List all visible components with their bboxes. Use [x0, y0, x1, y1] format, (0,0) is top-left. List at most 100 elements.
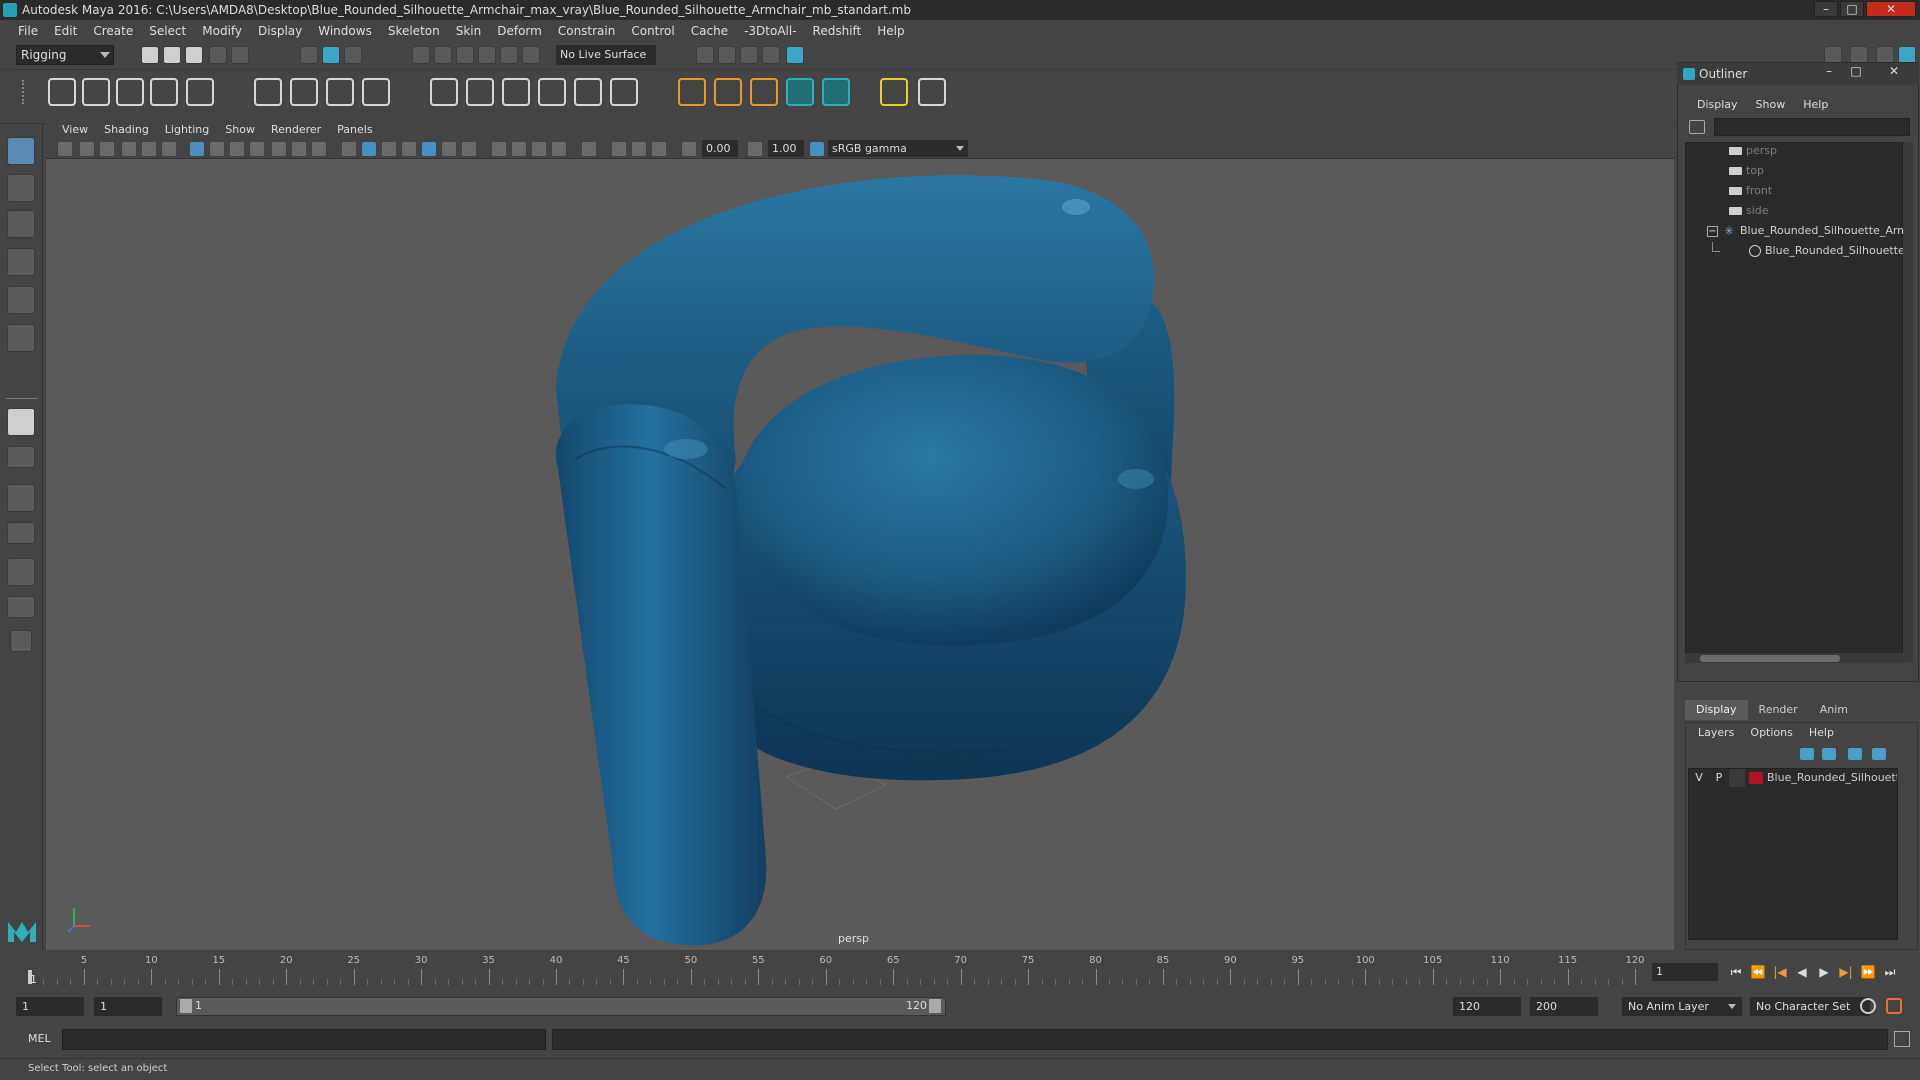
outliner-search-input[interactable] [1714, 118, 1910, 136]
minimize-button[interactable]: – [1814, 1, 1838, 17]
filter-icon[interactable] [1689, 120, 1705, 134]
color-management-icon[interactable] [810, 142, 824, 156]
menu-help[interactable]: Help [869, 20, 912, 42]
perspective-viewport[interactable] [46, 159, 1674, 950]
menu-skin[interactable]: Skin [448, 20, 490, 42]
gamma-field[interactable]: 1.00 [768, 140, 804, 157]
go-to-end-button[interactable]: ⏭ [1882, 964, 1898, 980]
current-frame-field[interactable]: 1 [1652, 963, 1718, 981]
isolate-select-icon[interactable] [582, 142, 596, 156]
view-transform-dropdown[interactable]: sRGB gamma [828, 140, 968, 157]
aim-constraint-icon[interactable] [714, 78, 742, 106]
snap-point-icon[interactable] [456, 46, 474, 64]
graph-editor-icon[interactable] [918, 78, 946, 106]
hypershade-icon[interactable] [762, 46, 780, 64]
sculpt-deformer-icon[interactable] [362, 78, 390, 106]
image-plane-icon[interactable] [122, 142, 136, 156]
outliner-close-button[interactable]: ✕ [1887, 64, 1901, 78]
move-tool-icon[interactable] [7, 248, 35, 276]
persp-hypershade-layout-icon[interactable] [7, 596, 35, 618]
paint-weights-icon[interactable] [502, 78, 530, 106]
open-scene-icon[interactable] [163, 46, 181, 64]
menu-control[interactable]: Control [623, 20, 682, 42]
exposure-field[interactable]: 0.00 [702, 140, 738, 157]
grease-pencil-icon[interactable] [162, 142, 176, 156]
film-gate-icon[interactable] [210, 142, 224, 156]
point-constraint-icon[interactable] [678, 78, 706, 106]
menu-set-dropdown[interactable]: Rigging [16, 45, 114, 65]
outliner-vertical-scrollbar[interactable] [1903, 142, 1913, 662]
tab-display[interactable]: Display [1685, 700, 1748, 720]
layer-visibility-toggle[interactable]: V [1689, 769, 1709, 787]
orient-constraint-icon[interactable] [750, 78, 778, 106]
shelf-menu-icon[interactable] [22, 80, 32, 104]
smooth-shade-icon[interactable] [362, 142, 376, 156]
animation-preferences-icon[interactable] [1886, 998, 1902, 1014]
layer-row[interactable]: VP Blue_Rounded_Silhouette_Armchair [1689, 769, 1897, 787]
menu-create[interactable]: Create [85, 20, 141, 42]
step-forward-key-button[interactable]: ⏩ [1860, 964, 1876, 980]
menu-deform[interactable]: Deform [489, 20, 550, 42]
mirror-joint-icon[interactable] [186, 78, 214, 106]
menu-file[interactable]: File [10, 20, 46, 42]
anim-layer-dropdown[interactable]: No Anim Layer [1622, 997, 1742, 1016]
tab-render[interactable]: Render [1748, 700, 1809, 720]
viewport-menu-renderer[interactable]: Renderer [263, 123, 329, 136]
exposure-icon[interactable] [682, 142, 696, 156]
screen-space-ao-icon[interactable] [492, 142, 506, 156]
insert-joint-icon[interactable] [150, 78, 178, 106]
snap-live-icon[interactable] [522, 46, 540, 64]
outliner-item-front[interactable]: front [1685, 181, 1903, 201]
persp-graph-layout-icon[interactable] [7, 522, 35, 544]
motion-blur-icon[interactable] [512, 142, 526, 156]
menu-redshift[interactable]: Redshift [805, 20, 870, 42]
outliner-item-side[interactable]: side [1685, 201, 1903, 221]
new-empty-layer-icon[interactable] [1848, 748, 1862, 760]
close-button[interactable]: ✕ [1866, 1, 1916, 17]
select-component-icon[interactable] [344, 46, 362, 64]
redo-icon[interactable] [231, 46, 249, 64]
layer-playback-toggle[interactable]: P [1709, 769, 1729, 787]
outliner-menu-display[interactable]: Display [1688, 98, 1747, 111]
range-slider-end-handle[interactable] [929, 999, 941, 1013]
range-slider[interactable] [176, 997, 946, 1016]
live-surface-field[interactable]: No Live Surface [556, 45, 656, 65]
step-forward-frame-button[interactable]: ▶| [1838, 964, 1854, 980]
hik-skeleton-icon[interactable] [822, 78, 850, 106]
outliner-menu-help[interactable]: Help [1794, 98, 1837, 111]
step-back-key-button[interactable]: ⏪ [1750, 964, 1766, 980]
tab-anim[interactable]: Anim [1809, 700, 1859, 720]
wireframe-icon[interactable] [342, 142, 356, 156]
layer-display-type-toggle[interactable] [1729, 769, 1745, 787]
menu-select[interactable]: Select [141, 20, 194, 42]
shadows-icon[interactable] [462, 142, 476, 156]
new-scene-icon[interactable] [141, 46, 159, 64]
custom-layout-icon[interactable] [10, 630, 32, 652]
layer-menu-options[interactable]: Options [1742, 726, 1800, 739]
cluster-icon[interactable] [290, 78, 318, 106]
outliner-item-armchair-group[interactable]: −✳ Blue_Rounded_Silhouette_Armchair [1685, 221, 1903, 241]
viewport-menu-view[interactable]: View [54, 123, 96, 136]
select-tool-icon[interactable] [7, 137, 35, 165]
outliner-minimize-button[interactable]: – [1822, 64, 1836, 78]
ipr-render-icon[interactable] [718, 46, 736, 64]
four-view-layout-icon[interactable] [7, 446, 35, 468]
script-language-toggle[interactable]: MEL [28, 1032, 51, 1045]
collapse-icon[interactable]: − [1707, 225, 1718, 237]
layer-color-swatch[interactable] [1749, 772, 1763, 784]
wireframe-on-shaded-icon[interactable] [402, 142, 416, 156]
ik-spline-icon[interactable] [116, 78, 144, 106]
character-set-dropdown[interactable]: No Character Set [1750, 997, 1870, 1016]
auto-key-icon[interactable] [1860, 998, 1876, 1014]
snap-grid-icon[interactable] [412, 46, 430, 64]
safe-title-icon[interactable] [312, 142, 326, 156]
use-default-material-icon[interactable] [382, 142, 396, 156]
persp-outliner-layout-icon[interactable] [7, 484, 35, 512]
bind-skin-icon[interactable] [430, 78, 458, 106]
render-frame-icon[interactable] [696, 46, 714, 64]
select-camera-icon[interactable] [58, 142, 72, 156]
outliner-scroll-thumb[interactable] [1700, 655, 1840, 662]
viewport-menu-show[interactable]: Show [217, 123, 263, 136]
outliner-item-persp[interactable]: persp [1685, 141, 1903, 161]
layer-menu-help[interactable]: Help [1801, 726, 1842, 739]
